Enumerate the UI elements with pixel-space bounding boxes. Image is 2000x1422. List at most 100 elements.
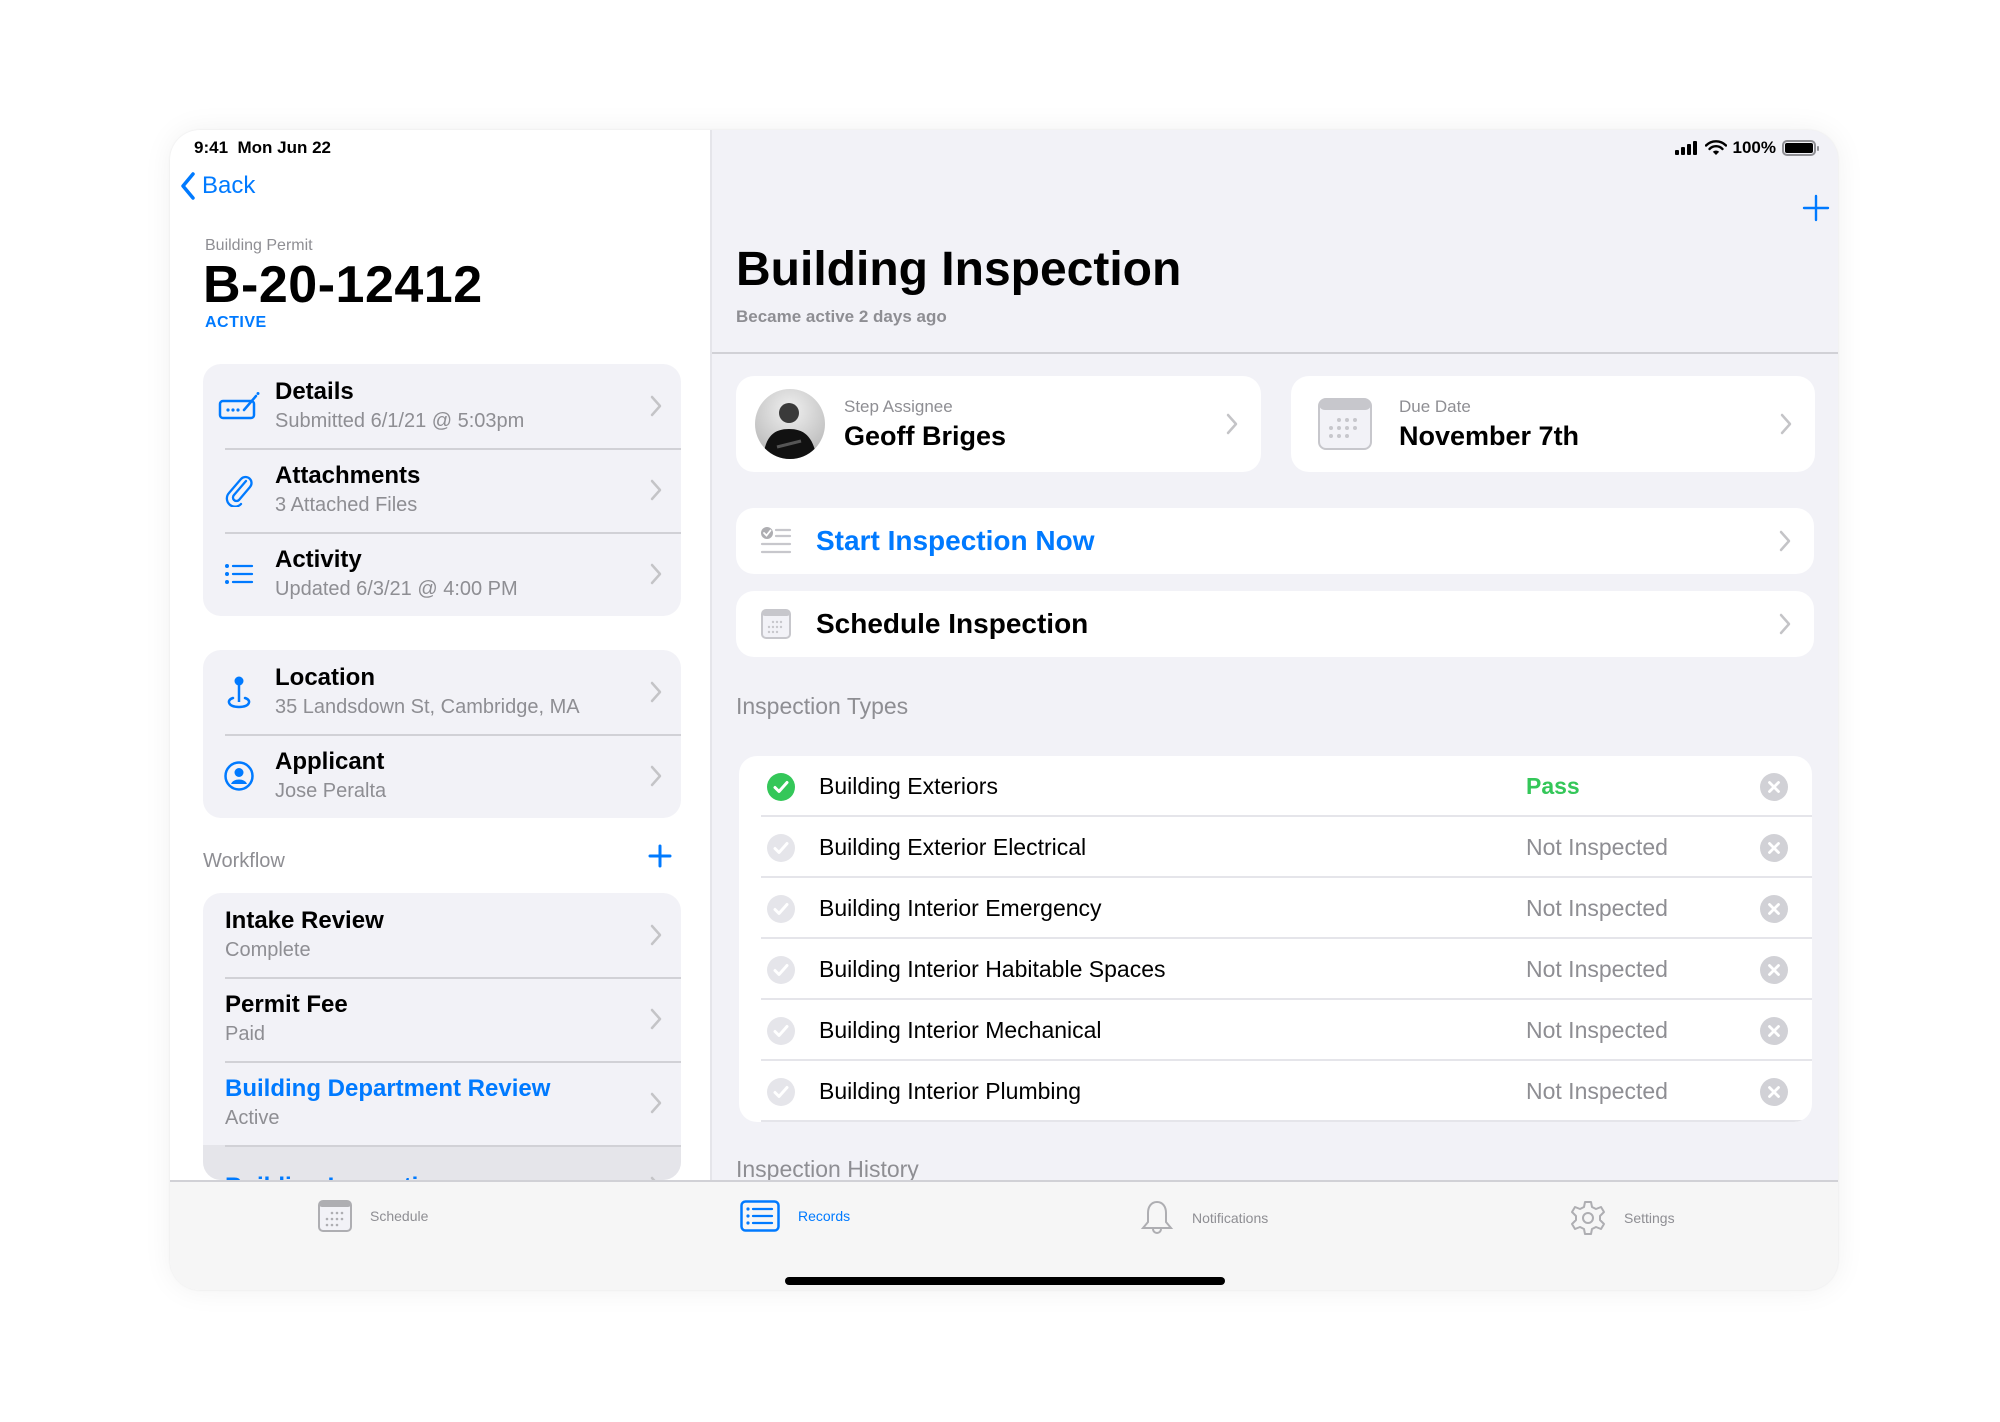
chevron-left-icon <box>181 172 195 200</box>
inspection-type-row[interactable]: Building Exterior Electrical Not Inspecte… <box>739 817 1812 878</box>
workflow-step[interactable]: Intake Review Complete <box>203 893 681 977</box>
inspection-type-row[interactable]: Building Interior Plumbing Not Inspected <box>739 1061 1812 1122</box>
step-assignee-card[interactable]: Step Assignee Geoff Briges <box>736 376 1261 472</box>
inspection-type-row[interactable]: Building Interior Mechanical Not Inspecte… <box>739 1000 1812 1061</box>
remove-inspection-type-button[interactable] <box>1736 1016 1812 1046</box>
inspection-types-list: Building Exteriors Pass Building Exterior … <box>739 756 1812 1122</box>
plus-icon <box>648 844 672 868</box>
inspection-type-row[interactable]: Building Interior Habitable Spaces Not In… <box>739 939 1812 1000</box>
remove-inspection-type-button[interactable] <box>1736 1077 1812 1107</box>
page-subtitle: Became active 2 days ago <box>736 307 947 326</box>
workflow-step-status: Complete <box>225 939 311 961</box>
battery-icon <box>1782 140 1819 156</box>
workflow-step-status: Paid <box>225 1023 266 1045</box>
x-circle-icon <box>1760 772 1788 801</box>
chevron-right-icon <box>650 395 662 417</box>
calendar-icon <box>1318 398 1372 450</box>
battery-percent: 100% <box>1732 138 1776 157</box>
start-inspection-button[interactable]: Start Inspection Now <box>736 508 1814 574</box>
permit-type-label: Building Permit <box>205 237 313 254</box>
remove-inspection-type-button[interactable] <box>1736 955 1812 985</box>
record-info-card: Details Submitted 6/1/21 @ 5:03pm Attachm… <box>203 364 681 616</box>
chevron-right-icon <box>1226 413 1238 435</box>
person-circle-icon <box>224 761 254 791</box>
location-title: Location <box>275 664 375 691</box>
inspection-types-label: Inspection Types <box>736 693 909 719</box>
inspection-type-name: Building Interior Emergency <box>819 895 1102 921</box>
location-address: 35 Landsdown St, Cambridge, MA <box>275 696 580 718</box>
bell-icon <box>1140 1200 1174 1234</box>
tab-schedule[interactable]: Schedule <box>318 1200 428 1232</box>
due-date-label: Due Date <box>1399 396 1471 416</box>
checklist-icon <box>760 527 792 554</box>
inspection-type-name: Building Interior Mechanical <box>819 1017 1102 1043</box>
schedule-inspection-button[interactable]: Schedule Inspection <box>736 591 1814 657</box>
calendar-icon <box>318 1200 352 1232</box>
back-button[interactable]: Back <box>180 172 255 200</box>
tab-records[interactable]: Records <box>740 1200 850 1232</box>
chevron-right-icon <box>650 765 662 787</box>
gear-icon <box>1571 1201 1605 1235</box>
chevron-right-icon <box>1779 613 1791 635</box>
applicant-row[interactable]: Applicant Jose Peralta <box>203 734 681 818</box>
inspection-type-name: Building Exteriors <box>819 773 998 799</box>
check-circle-icon <box>767 1016 795 1045</box>
remove-inspection-type-button[interactable] <box>1736 894 1812 924</box>
inspection-type-row[interactable]: Building Interior Emergency Not Inspected <box>739 878 1812 939</box>
status-date: Mon Jun 22 <box>237 138 331 157</box>
chevron-right-icon <box>650 1008 662 1030</box>
attachments-row[interactable]: Attachments 3 Attached Files <box>203 448 681 532</box>
permit-number: B-20-12412 <box>203 256 483 314</box>
inspection-type-name: Building Exterior Electrical <box>819 834 1087 860</box>
inspection-type-status: Not Inspected <box>1526 895 1668 921</box>
workflow-step[interactable]: Building Department Review Active <box>203 1061 681 1145</box>
location-pin-icon <box>227 676 251 709</box>
x-circle-icon <box>1760 894 1788 923</box>
check-circle-filled-icon <box>767 772 795 801</box>
chevron-right-icon <box>650 681 662 703</box>
inspection-type-status: Not Inspected <box>1526 834 1668 860</box>
tab-settings[interactable]: Settings <box>1570 1200 1675 1236</box>
home-indicator[interactable] <box>785 1277 1225 1285</box>
workflow-step-title: Intake Review <box>225 907 384 934</box>
tab-notifications[interactable]: Notifications <box>1140 1200 1268 1236</box>
x-circle-icon <box>1760 1077 1788 1106</box>
x-circle-icon <box>1760 833 1788 862</box>
list-icon <box>225 564 254 584</box>
attachments-subtitle: 3 Attached Files <box>275 494 418 516</box>
page-title: Building Inspection <box>736 243 1182 296</box>
attachments-title: Attachments <box>275 462 421 489</box>
x-circle-icon <box>1760 955 1788 984</box>
status-indicators: 100% <box>1674 138 1819 158</box>
schedule-inspection-label: Schedule Inspection <box>816 608 1089 639</box>
back-label: Back <box>202 172 256 199</box>
remove-inspection-type-button[interactable] <box>1736 833 1812 863</box>
remove-inspection-type-button[interactable] <box>1736 772 1812 802</box>
details-row[interactable]: Details Submitted 6/1/21 @ 5:03pm <box>203 364 681 448</box>
add-button[interactable] <box>1802 194 1830 227</box>
inspection-type-status: Not Inspected <box>1526 1078 1668 1104</box>
chevron-right-icon <box>650 479 662 501</box>
inspection-type-status: Not Inspected <box>1526 1017 1668 1043</box>
assignee-avatar <box>755 389 825 459</box>
inspection-history-label: Inspection History <box>736 1156 919 1182</box>
paperclip-icon <box>225 475 253 507</box>
details-title: Details <box>275 378 354 405</box>
location-row[interactable]: Location 35 Landsdown St, Cambridge, MA <box>203 650 681 734</box>
inspection-type-name: Building Interior Plumbing <box>819 1078 1082 1104</box>
workflow-step-title: Building Department Review <box>225 1075 551 1102</box>
check-circle-icon <box>767 955 795 984</box>
cellular-signal-icon <box>1674 141 1697 155</box>
chevron-right-icon <box>650 924 662 946</box>
status-clock: 9:41 <box>194 138 229 157</box>
workflow-card: Intake Review Complete Permit Fee Paid Bui… <box>203 893 681 1180</box>
activity-subtitle: Updated 6/3/21 @ 4:00 PM <box>275 578 518 600</box>
workflow-step-selected[interactable]: Building Inspection <box>203 1145 681 1180</box>
add-workflow-step-button[interactable] <box>648 844 672 873</box>
due-date-card[interactable]: Due Date November 7th <box>1291 376 1815 472</box>
activity-row[interactable]: Activity Updated 6/3/21 @ 4:00 PM <box>203 532 681 616</box>
location-applicant-card: Location 35 Landsdown St, Cambridge, MA A… <box>203 650 681 818</box>
inspection-type-status: Pass <box>1526 773 1580 799</box>
workflow-step[interactable]: Permit Fee Paid <box>203 977 681 1061</box>
inspection-type-row[interactable]: Building Exteriors Pass <box>739 756 1812 817</box>
